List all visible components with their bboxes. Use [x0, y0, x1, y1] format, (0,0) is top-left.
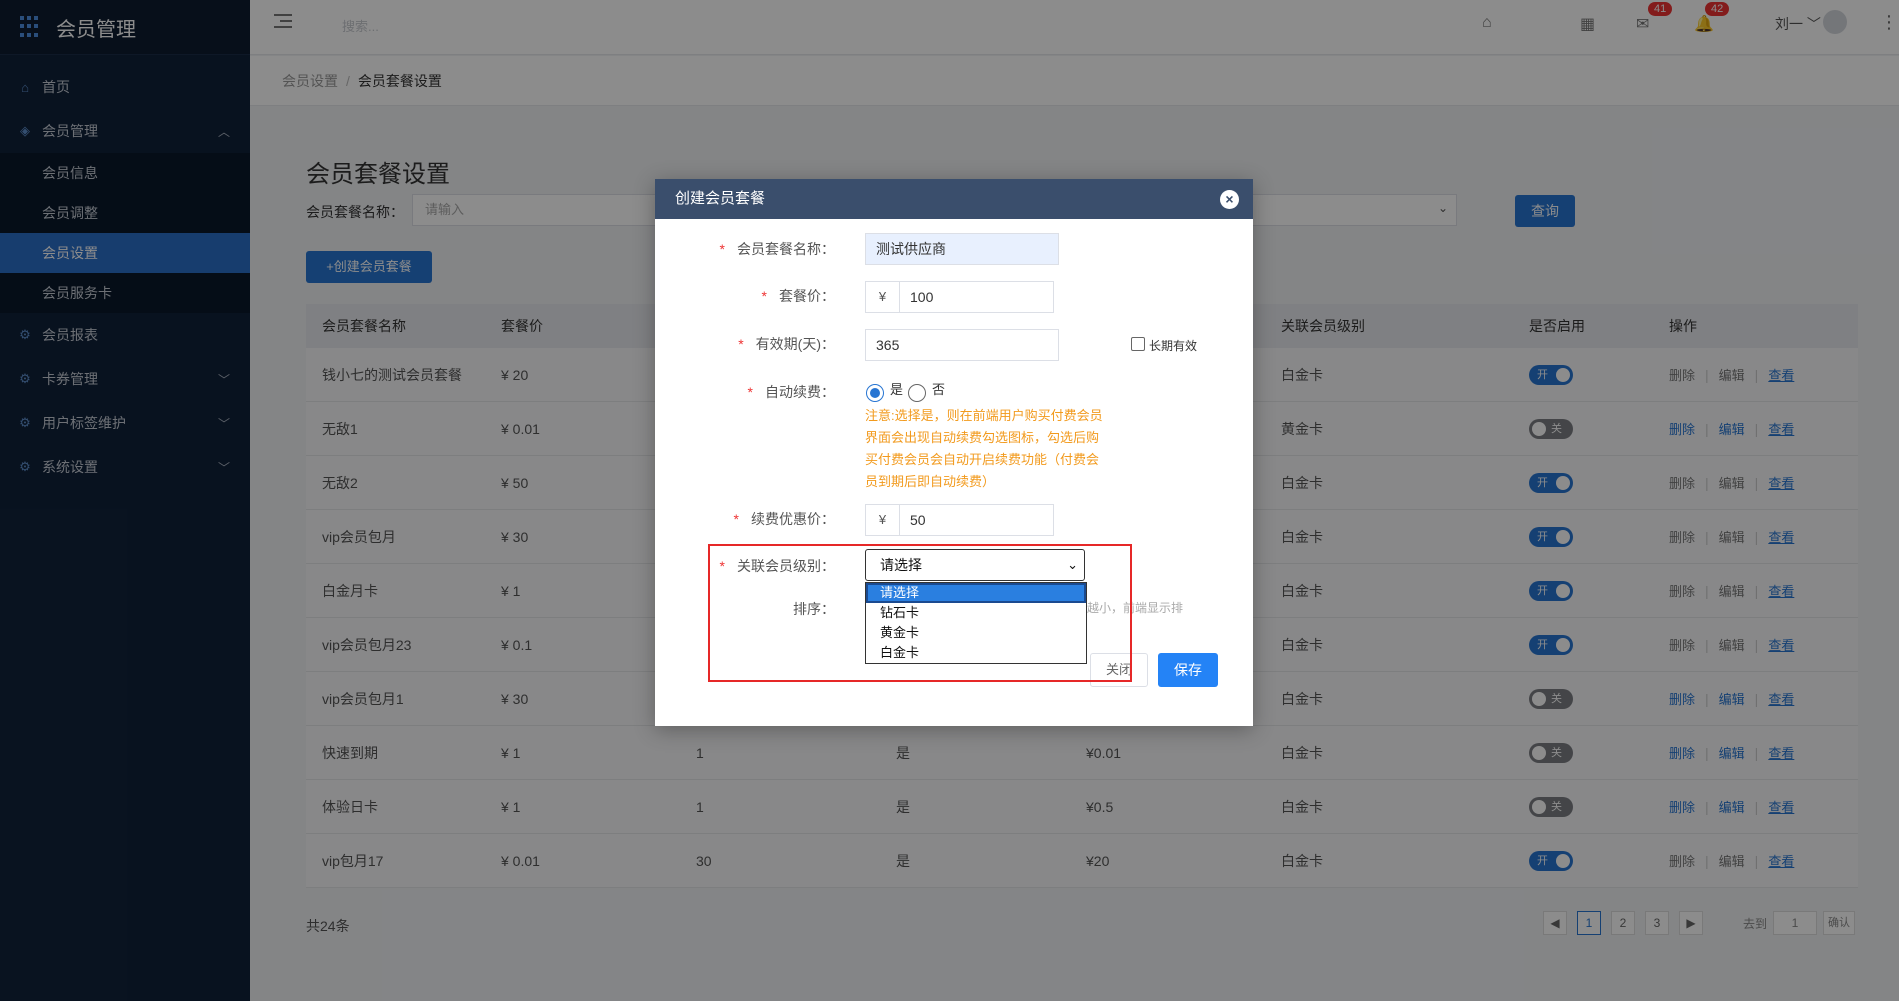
price-input[interactable]: 100: [899, 281, 1054, 313]
auto-renew-note: 注意:选择是，则在前端用户购买付费会员界面会出现自动续费勾选图标，勾选后购买付费…: [865, 408, 1103, 489]
long-term-checkbox[interactable]: [1131, 337, 1145, 351]
auto-renew-yes-label: 是: [890, 382, 904, 397]
auto-renew-no-radio[interactable]: [908, 384, 926, 402]
auto-renew-yes-radio[interactable]: [866, 384, 884, 402]
modal-header: 创建会员套餐 ×: [655, 179, 1253, 219]
field-label-price: * 套餐价：: [761, 288, 835, 304]
renew-price-input[interactable]: 50: [899, 504, 1054, 536]
field-label-validity: * 有效期(天)：: [738, 336, 835, 352]
currency-prefix: ¥: [865, 281, 899, 313]
currency-prefix: ¥: [865, 504, 899, 536]
field-label-name: * 会员套餐名称：: [719, 241, 835, 257]
validity-days-input[interactable]: 365: [865, 329, 1059, 361]
long-term-label: 长期有效: [1149, 339, 1198, 353]
package-name-input[interactable]: 测试供应商: [865, 233, 1059, 265]
modal-title: 创建会员套餐: [675, 190, 766, 207]
highlight-box: [708, 544, 1132, 682]
save-button[interactable]: 保存: [1158, 653, 1218, 687]
close-icon[interactable]: ×: [1220, 190, 1239, 209]
auto-renew-no-label: 否: [932, 382, 946, 397]
field-label-auto-renew: * 自动续费：: [747, 384, 835, 400]
field-label-renew-price: * 续费优惠价：: [733, 511, 835, 527]
